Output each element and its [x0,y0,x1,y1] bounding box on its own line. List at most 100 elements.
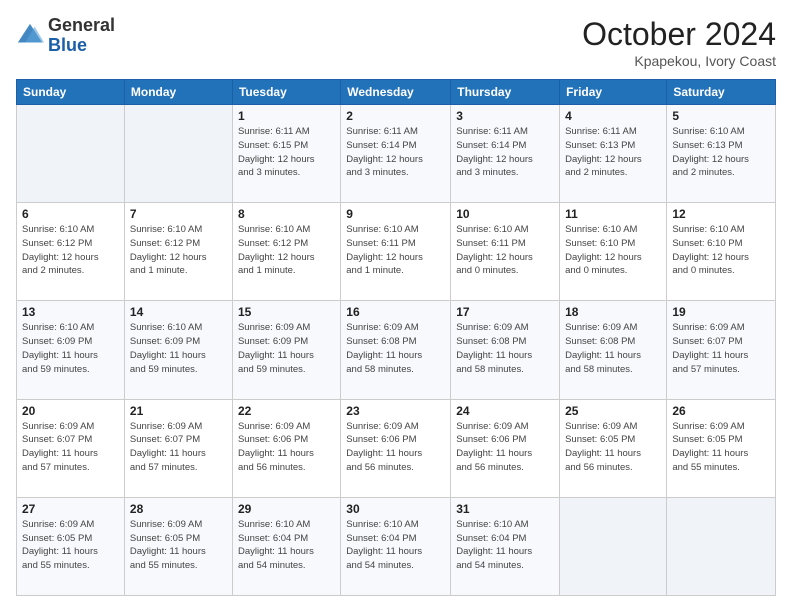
day-cell-1-1: 7 Sunrise: 6:10 AM Sunset: 6:12 PM Daylig… [124,203,232,301]
day-number: 24 [456,404,554,418]
day-info: Sunrise: 6:09 AM Sunset: 6:07 PM Dayligh… [672,321,770,376]
header-friday: Friday [560,80,667,105]
day-number: 27 [22,502,119,516]
page: General Blue October 2024 Kpapekou, Ivor… [0,0,792,612]
week-row-1: 1 Sunrise: 6:11 AM Sunset: 6:15 PM Daylig… [17,105,776,203]
day-info: Sunrise: 6:10 AM Sunset: 6:12 PM Dayligh… [130,223,227,278]
day-info: Sunrise: 6:10 AM Sunset: 6:09 PM Dayligh… [22,321,119,376]
day-number: 28 [130,502,227,516]
day-number: 13 [22,305,119,319]
week-row-2: 6 Sunrise: 6:10 AM Sunset: 6:12 PM Daylig… [17,203,776,301]
day-cell-4-1: 28 Sunrise: 6:09 AM Sunset: 6:05 PM Dayli… [124,497,232,595]
day-cell-3-1: 21 Sunrise: 6:09 AM Sunset: 6:07 PM Dayli… [124,399,232,497]
day-info: Sunrise: 6:09 AM Sunset: 6:05 PM Dayligh… [130,518,227,573]
day-cell-3-4: 24Sunrise: 6:09 AM Sunset: 6:06 PM Dayli… [451,399,560,497]
day-info: Sunrise: 6:10 AM Sunset: 6:10 PM Dayligh… [672,223,770,278]
day-cell-0-4: 3 Sunrise: 6:11 AM Sunset: 6:14 PM Daylig… [451,105,560,203]
day-number: 7 [130,207,227,221]
header: General Blue October 2024 Kpapekou, Ivor… [16,16,776,69]
weekday-header-row: Sunday Monday Tuesday Wednesday Thursday… [17,80,776,105]
day-number: 14 [130,305,227,319]
day-cell-0-6: 5 Sunrise: 6:10 AM Sunset: 6:13 PM Daylig… [667,105,776,203]
day-number: 18 [565,305,661,319]
day-cell-0-0 [17,105,125,203]
day-number: 11 [565,207,661,221]
day-info: Sunrise: 6:10 AM Sunset: 6:12 PM Dayligh… [238,223,335,278]
day-number: 10 [456,207,554,221]
day-info: Sunrise: 6:10 AM Sunset: 6:09 PM Dayligh… [130,321,227,376]
day-number: 3 [456,109,554,123]
day-cell-4-0: 27 Sunrise: 6:09 AM Sunset: 6:05 PM Dayli… [17,497,125,595]
day-number: 1 [238,109,335,123]
day-info: Sunrise: 6:09 AM Sunset: 6:08 PM Dayligh… [456,321,554,376]
day-number: 5 [672,109,770,123]
day-info: Sunrise: 6:10 AM Sunset: 6:11 PM Dayligh… [456,223,554,278]
day-cell-2-3: 16 Sunrise: 6:09 AM Sunset: 6:08 PM Dayli… [341,301,451,399]
day-cell-0-2: 1 Sunrise: 6:11 AM Sunset: 6:15 PM Daylig… [232,105,340,203]
header-monday: Monday [124,80,232,105]
day-number: 17 [456,305,554,319]
day-number: 2 [346,109,445,123]
day-info: Sunrise: 6:11 AM Sunset: 6:13 PM Dayligh… [565,125,661,180]
month-title: October 2024 [582,16,776,53]
day-number: 22 [238,404,335,418]
day-number: 19 [672,305,770,319]
day-number: 12 [672,207,770,221]
day-cell-1-3: 9Sunrise: 6:10 AM Sunset: 6:11 PM Daylig… [341,203,451,301]
day-info: Sunrise: 6:10 AM Sunset: 6:04 PM Dayligh… [456,518,554,573]
title-block: October 2024 Kpapekou, Ivory Coast [582,16,776,69]
day-cell-4-3: 30Sunrise: 6:10 AM Sunset: 6:04 PM Dayli… [341,497,451,595]
logo-general: General [48,15,115,35]
day-cell-2-5: 18 Sunrise: 6:09 AM Sunset: 6:08 PM Dayli… [560,301,667,399]
logo-blue: Blue [48,35,87,55]
day-cell-2-0: 13 Sunrise: 6:10 AM Sunset: 6:09 PM Dayli… [17,301,125,399]
calendar-body: 1 Sunrise: 6:11 AM Sunset: 6:15 PM Daylig… [17,105,776,596]
day-info: Sunrise: 6:09 AM Sunset: 6:05 PM Dayligh… [22,518,119,573]
day-cell-4-5 [560,497,667,595]
day-cell-3-5: 25 Sunrise: 6:09 AM Sunset: 6:05 PM Dayli… [560,399,667,497]
day-number: 25 [565,404,661,418]
day-number: 4 [565,109,661,123]
day-number: 21 [130,404,227,418]
day-info: Sunrise: 6:09 AM Sunset: 6:09 PM Dayligh… [238,321,335,376]
week-row-4: 20 Sunrise: 6:09 AM Sunset: 6:07 PM Dayli… [17,399,776,497]
day-number: 23 [346,404,445,418]
day-cell-3-2: 22 Sunrise: 6:09 AM Sunset: 6:06 PM Dayli… [232,399,340,497]
day-number: 20 [22,404,119,418]
day-info: Sunrise: 6:09 AM Sunset: 6:07 PM Dayligh… [22,420,119,475]
day-info: Sunrise: 6:10 AM Sunset: 6:13 PM Dayligh… [672,125,770,180]
day-info: Sunrise: 6:09 AM Sunset: 6:07 PM Dayligh… [130,420,227,475]
day-cell-3-3: 23 Sunrise: 6:09 AM Sunset: 6:06 PM Dayli… [341,399,451,497]
day-info: Sunrise: 6:09 AM Sunset: 6:05 PM Dayligh… [565,420,661,475]
day-info: Sunrise: 6:11 AM Sunset: 6:14 PM Dayligh… [346,125,445,180]
logo: General Blue [16,16,115,56]
day-info: Sunrise: 6:09 AM Sunset: 6:06 PM Dayligh… [346,420,445,475]
day-info: Sunrise: 6:09 AM Sunset: 6:08 PM Dayligh… [565,321,661,376]
day-cell-4-4: 31Sunrise: 6:10 AM Sunset: 6:04 PM Dayli… [451,497,560,595]
header-wednesday: Wednesday [341,80,451,105]
day-cell-2-4: 17 Sunrise: 6:09 AM Sunset: 6:08 PM Dayli… [451,301,560,399]
calendar: Sunday Monday Tuesday Wednesday Thursday… [16,79,776,596]
day-cell-0-5: 4 Sunrise: 6:11 AM Sunset: 6:13 PM Daylig… [560,105,667,203]
header-thursday: Thursday [451,80,560,105]
day-info: Sunrise: 6:10 AM Sunset: 6:04 PM Dayligh… [238,518,335,573]
day-info: Sunrise: 6:11 AM Sunset: 6:15 PM Dayligh… [238,125,335,180]
day-info: Sunrise: 6:09 AM Sunset: 6:08 PM Dayligh… [346,321,445,376]
location-subtitle: Kpapekou, Ivory Coast [582,53,776,69]
day-number: 16 [346,305,445,319]
day-number: 9 [346,207,445,221]
day-info: Sunrise: 6:11 AM Sunset: 6:14 PM Dayligh… [456,125,554,180]
header-saturday: Saturday [667,80,776,105]
day-number: 6 [22,207,119,221]
day-cell-2-6: 19 Sunrise: 6:09 AM Sunset: 6:07 PM Dayli… [667,301,776,399]
day-cell-4-2: 29Sunrise: 6:10 AM Sunset: 6:04 PM Dayli… [232,497,340,595]
day-number: 26 [672,404,770,418]
day-cell-1-6: 12 Sunrise: 6:10 AM Sunset: 6:10 PM Dayli… [667,203,776,301]
day-cell-2-1: 14 Sunrise: 6:10 AM Sunset: 6:09 PM Dayli… [124,301,232,399]
day-info: Sunrise: 6:09 AM Sunset: 6:06 PM Dayligh… [238,420,335,475]
logo-icon [16,22,44,50]
day-cell-3-6: 26 Sunrise: 6:09 AM Sunset: 6:05 PM Dayli… [667,399,776,497]
day-cell-1-2: 8Sunrise: 6:10 AM Sunset: 6:12 PM Daylig… [232,203,340,301]
day-cell-3-0: 20 Sunrise: 6:09 AM Sunset: 6:07 PM Dayli… [17,399,125,497]
day-info: Sunrise: 6:09 AM Sunset: 6:05 PM Dayligh… [672,420,770,475]
